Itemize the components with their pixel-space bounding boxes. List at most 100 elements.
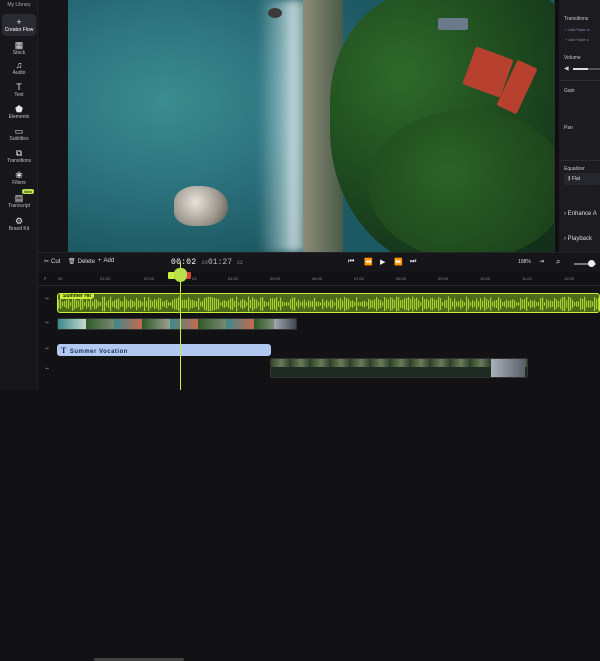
sidebar-item-label: Creator Flow: [4, 27, 34, 33]
track-options-icon[interactable]: ▪▪: [38, 346, 56, 360]
new-badge: New: [21, 189, 34, 194]
video-frame-forest-lower: [368, 110, 554, 252]
trash-icon: 🗑: [68, 259, 76, 265]
playback-section[interactable]: › Playback: [564, 236, 592, 242]
sidebar-item-creator-flow[interactable]: + Creator Flow: [2, 14, 36, 36]
total-time: 01:27 22: [208, 258, 243, 267]
ruler-label: 02:00: [144, 276, 155, 281]
video-thumbnail: [170, 319, 198, 329]
ruler-label: 00: [58, 276, 63, 281]
stock-icon: ▦: [14, 40, 24, 50]
sidebar-item-transitions[interactable]: ⧉ Transitions: [2, 148, 36, 164]
skip-back-icon[interactable]: ⏮: [348, 258, 354, 266]
rewind-icon[interactable]: ⏪: [364, 258, 373, 266]
volume-slider-fill: [573, 68, 589, 70]
video-thumbnail: [198, 319, 226, 329]
track-options-icon[interactable]: ▪▪: [38, 296, 56, 310]
track-options-icon[interactable]: ▪▪: [38, 366, 56, 380]
text-icon: T: [16, 82, 22, 92]
filters-icon: ❀: [15, 170, 23, 180]
timeline-ruler[interactable]: › 00 01:00 02:00 03 04:00 05:00 06:00 07…: [38, 272, 600, 286]
fit-to-screen-icon[interactable]: ⇥: [539, 258, 544, 265]
sidebar-item-label: Subtitles: [9, 136, 29, 142]
sidebar-item-label: Audio: [12, 70, 26, 76]
sidebar-item-label: Stock: [12, 50, 26, 56]
divider: [559, 160, 600, 161]
text-clip[interactable]: T Summer Vocation: [57, 344, 271, 356]
scissors-icon: ✂: [44, 259, 50, 265]
brand-kit-icon: ⚙: [14, 216, 24, 226]
sidebar-item-text[interactable]: T Text: [2, 82, 36, 98]
sidebar-item-label: Transcript: [7, 203, 31, 209]
zoom-level: 108%: [518, 259, 531, 265]
zoom-search-icon[interactable]: ⌕: [556, 257, 560, 267]
volume-slider[interactable]: [573, 68, 600, 70]
plus-icon: +: [98, 258, 102, 264]
transcript-icon: ▤: [14, 193, 24, 203]
sidebar-item-label: Text: [14, 92, 24, 98]
audio-waveform: [58, 296, 599, 312]
ruler-label: 11:00: [522, 276, 532, 281]
cut-button[interactable]: ✂ Cut: [44, 258, 60, 265]
sidebar-item-elements[interactable]: ⬟ Elements: [2, 104, 36, 120]
video-thumbnail: [142, 319, 170, 329]
enhance-audio-section[interactable]: › Enhance A: [564, 211, 597, 217]
add-button[interactable]: + Add: [98, 258, 114, 264]
sidebar-item-stock[interactable]: ▦ Stock: [2, 40, 36, 56]
skip-forward-icon[interactable]: ⏭: [410, 258, 416, 266]
track-options-icon[interactable]: ▪▪: [38, 320, 56, 334]
add-fade-out-button[interactable]: + Add Fade o: [565, 37, 589, 42]
video-thumbnail: [114, 319, 142, 329]
sidebar-item-brand-kit[interactable]: ⚙ Brand Kit: [2, 216, 36, 232]
ruler-label: 03: [192, 276, 197, 281]
zoom-slider-handle[interactable]: [588, 260, 595, 267]
equalizer-select[interactable]: ⫼ Flat: [564, 173, 600, 185]
ruler-label: 06:00: [312, 276, 323, 281]
gain-label: Gain: [564, 88, 575, 94]
panel-edge: [555, 0, 559, 252]
add-label: Add: [103, 258, 115, 264]
sidebar-item-audio[interactable]: ♫ Audio: [2, 60, 36, 76]
collapse-tracks-icon[interactable]: ›: [44, 276, 46, 282]
ruler-label: 04:00: [228, 276, 239, 281]
current-time-value: 00:02: [171, 258, 197, 267]
transitions-icon: ⧉: [15, 148, 23, 158]
preview-gutter: [38, 0, 68, 252]
sidebar-item-label: Brand Kit: [8, 226, 30, 232]
ruler-label: 05:00: [270, 276, 281, 281]
video-thumbnail: [491, 359, 525, 377]
video-clip-2[interactable]: [270, 358, 528, 378]
ruler-label: 07:00: [354, 276, 365, 281]
video-thumbnail: [226, 319, 254, 329]
properties-panel: Transitions + Add Fade in + Add Fade o V…: [554, 0, 600, 252]
timeline[interactable]: › 00 01:00 02:00 03 04:00 05:00 06:00 07…: [38, 272, 600, 661]
sidebar-item-filters[interactable]: ❀ Filters: [2, 170, 36, 186]
add-fade-in-button[interactable]: + Add Fade in: [565, 27, 590, 32]
ruler-label: 08:00: [396, 276, 407, 281]
sidebar-item-transcript[interactable]: New ▤ Transcript: [2, 189, 36, 209]
playhead-handle[interactable]: [174, 268, 187, 282]
video-frame-roof: [438, 18, 468, 30]
audio-clip[interactable]: Summer Hit: [57, 293, 600, 313]
video-frame-rock-small: [268, 8, 282, 18]
left-sidebar: My Library + Creator Flow ▦ Stock ♫ Audi…: [0, 0, 38, 390]
enhance-audio-label: Enhance A: [567, 211, 597, 217]
video-preview[interactable]: [68, 0, 554, 252]
speaker-icon[interactable]: ◀: [564, 65, 569, 72]
play-icon[interactable]: ▶: [380, 258, 385, 266]
sidebar-item-subtitles[interactable]: ▭ Subtitles: [2, 126, 36, 142]
plus-sparkle-icon: +: [16, 17, 22, 27]
video-thumbnail: [58, 319, 86, 329]
sidebar-item-label: Elements: [8, 114, 30, 120]
video-clip[interactable]: [57, 318, 297, 330]
delete-button[interactable]: 🗑 Delete: [68, 258, 95, 265]
playback-label: Playback: [567, 236, 593, 242]
fast-forward-icon[interactable]: ⏩: [394, 258, 403, 266]
text-clip-name: Summer Vocation: [69, 349, 128, 355]
audio-clip-name: Summer Hit: [60, 294, 95, 299]
sidebar-item-label: Filters: [12, 180, 26, 186]
sidebar-library-label[interactable]: My Library: [0, 2, 38, 8]
current-time: 00:02 26: [171, 258, 208, 267]
video-frame-rock: [174, 186, 228, 226]
ruler-label: 10:00: [480, 276, 491, 281]
